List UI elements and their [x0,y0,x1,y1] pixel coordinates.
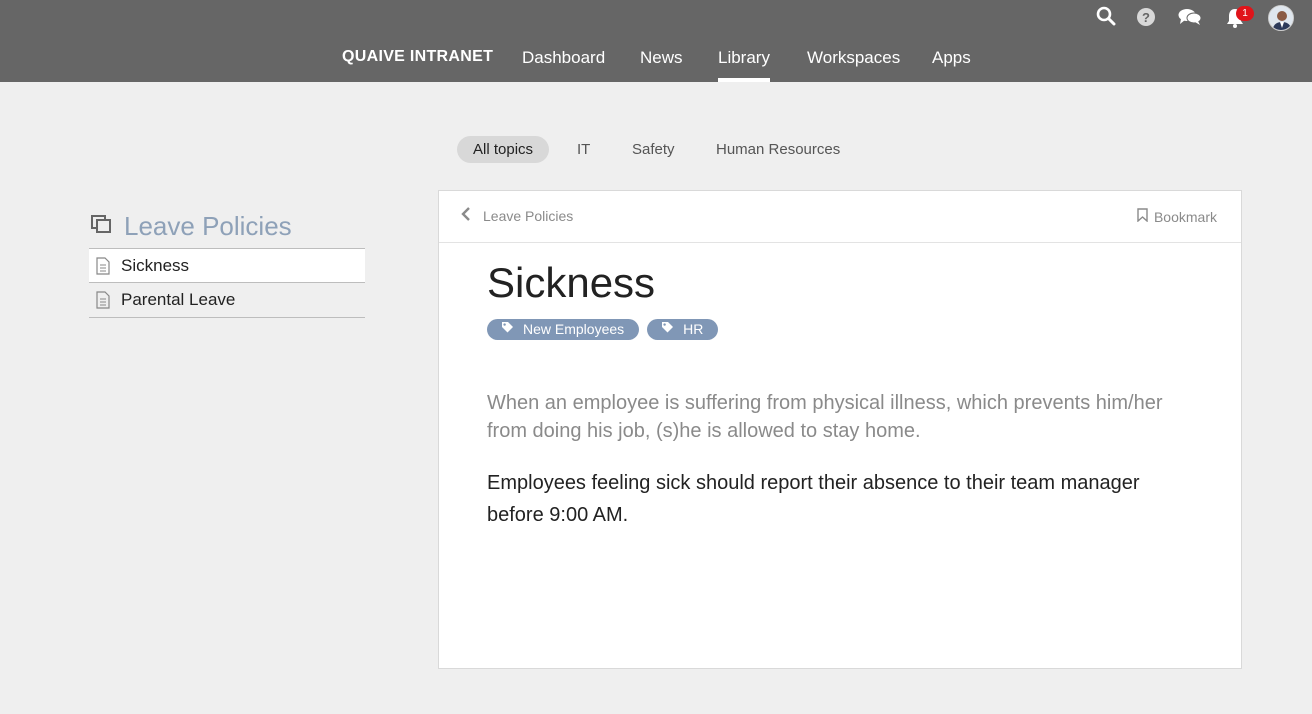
tag-new-employees[interactable]: New Employees [487,319,640,340]
sidebar-item-sickness[interactable]: Sickness [89,248,365,283]
help-icon[interactable]: ? [1136,7,1160,31]
chat-icon[interactable] [1178,7,1202,31]
sidebar-item-label: Sickness [121,255,190,275]
sidebar-list: Sickness Parental Leave [89,248,365,318]
topic-all[interactable]: All topics [457,136,550,163]
topic-it[interactable]: IT [561,136,606,163]
nav-dashboard[interactable]: Dashboard [522,48,605,82]
document-icon [95,291,111,309]
sidebar-item-label: Parental Leave [121,290,236,309]
tag-icon [501,319,523,340]
document-icon [95,256,111,275]
topic-safety[interactable]: Safety [616,136,691,163]
top-navigation-bar: QUAIVE INTRANET Dashboard News Library W… [0,0,1312,82]
sidebar-item-parental-leave[interactable]: Parental Leave [89,283,365,318]
sidebar-title: Leave Policies [124,210,292,241]
avatar[interactable] [1268,5,1294,31]
topic-human-resources[interactable]: Human Resources [700,136,856,163]
nav-workspaces[interactable]: Workspaces [807,48,900,82]
document-body: Employees feeling sick should report the… [487,472,1140,526]
notification-badge: 1 [1236,6,1254,21]
tag-label: HR [683,321,704,337]
svg-text:?: ? [1142,10,1150,25]
card-header: Leave Policies Bookmark [439,191,1241,243]
bookmark-button[interactable]: Bookmark [1137,208,1217,225]
bookmark-label: Bookmark [1153,208,1217,225]
nav-library[interactable]: Library [718,48,770,82]
page-title: Sickness [487,259,656,306]
top-icons: ? 1 [0,4,1312,31]
back-link[interactable]: Leave Policies [461,207,573,224]
document-card: Leave Policies Bookmark Sickness New Emp… [438,190,1242,669]
tag-hr[interactable]: HR [647,319,719,340]
main-nav: Dashboard News Library Workspaces Apps [0,48,1312,82]
document-lead: When an employee is suffering from physi… [487,392,1163,442]
chevron-left-icon [461,207,483,224]
tag-icon [661,319,683,340]
folder-stack-icon [90,214,112,239]
tag-label: New Employees [523,321,625,337]
bookmark-icon [1137,208,1154,225]
tag-list: New Employees HR [487,319,719,340]
nav-apps[interactable]: Apps [932,48,971,82]
nav-news[interactable]: News [640,48,683,82]
back-link-label: Leave Policies [483,207,574,224]
search-icon[interactable] [1096,6,1120,30]
sidebar-header: Leave Policies [90,208,292,244]
bell-icon[interactable]: 1 [1226,6,1254,32]
